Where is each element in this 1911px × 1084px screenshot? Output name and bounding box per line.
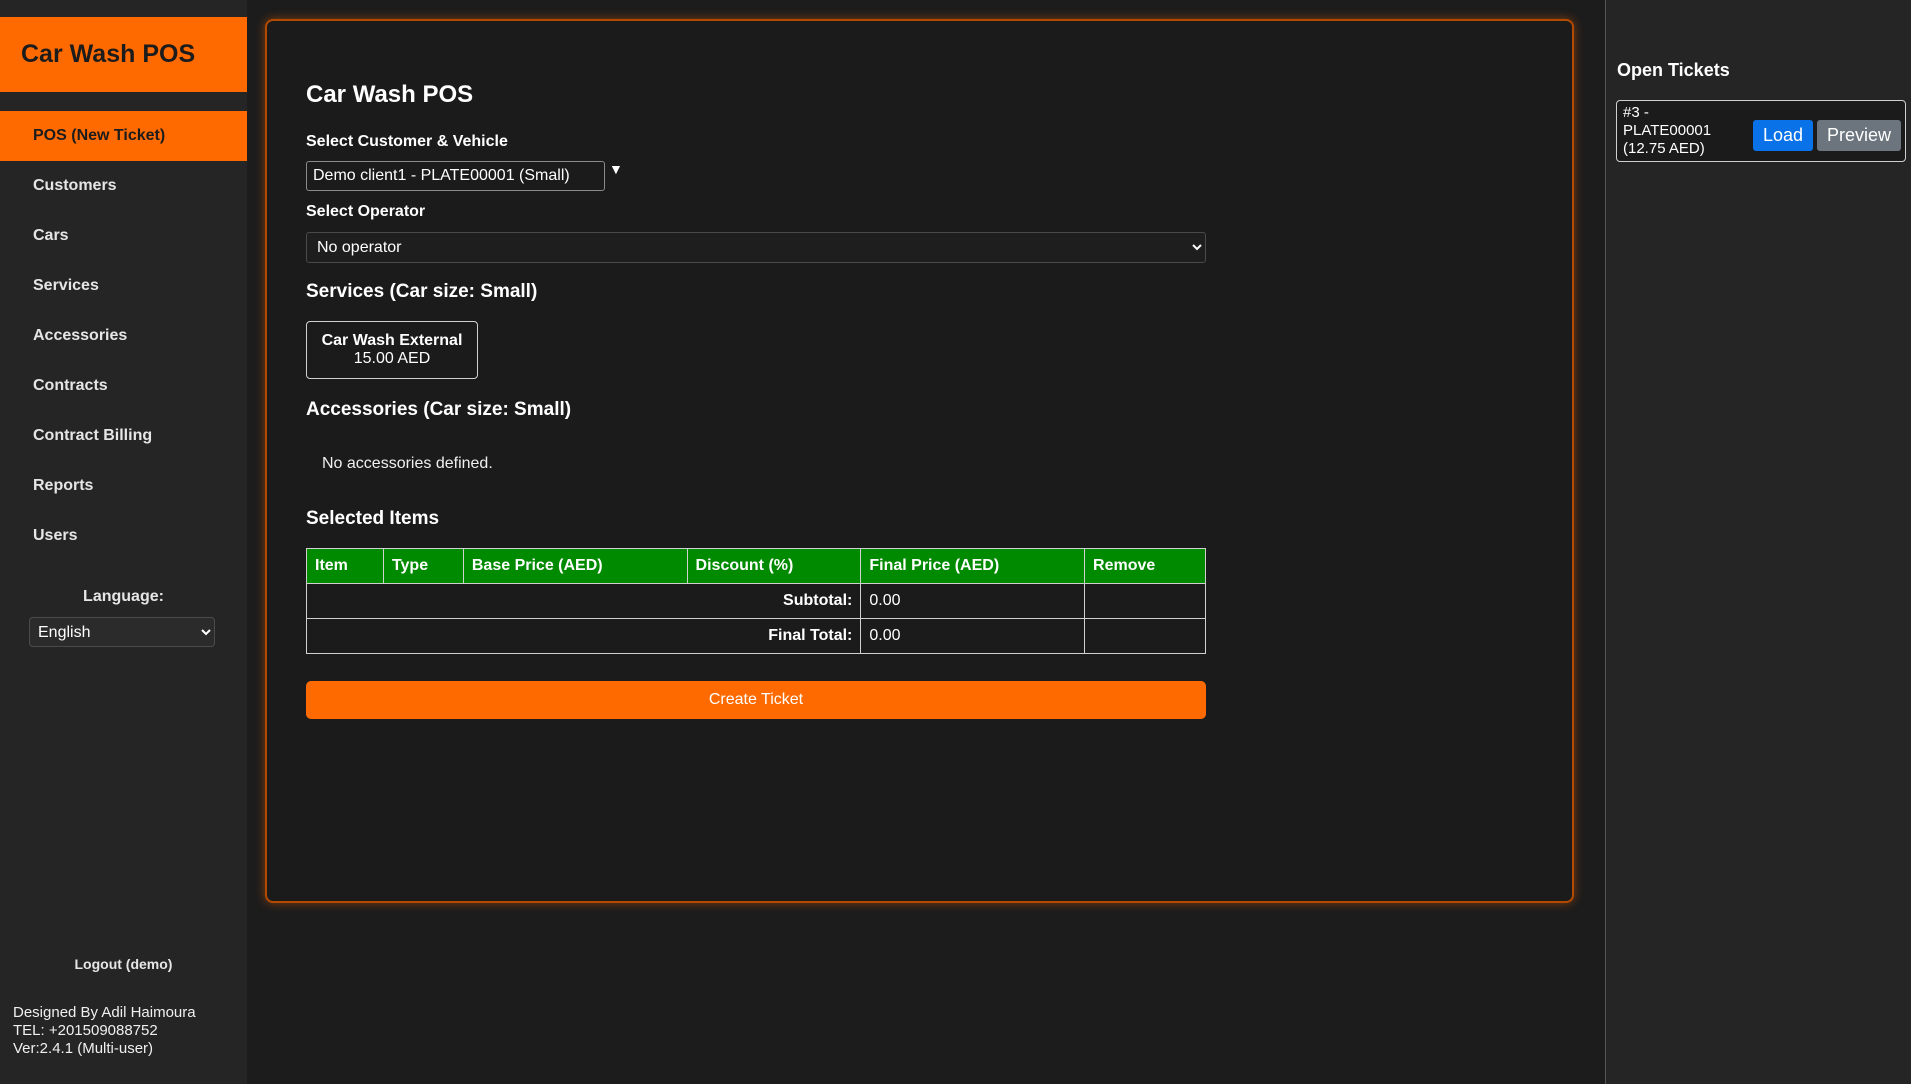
selected-items-title: Selected Items (306, 508, 440, 529)
sidebar-item-customers[interactable]: Customers (0, 161, 247, 211)
open-tickets-title: Open Tickets (1617, 60, 1730, 80)
column-header-type: Type (382, 548, 464, 584)
credits-phone: TEL: +201509088752 (13, 1022, 158, 1039)
open-ticket-card: #3 - PLATE00001 (12.75 AED) Load Preview (1616, 100, 1906, 162)
accessories-empty-message: No accessories defined. (322, 455, 493, 472)
create-ticket-button[interactable]: Create Ticket (306, 681, 1206, 719)
credits: Designed By Adil Haimoura TEL: +20150908… (13, 1004, 196, 1058)
customer-label: Select Customer & Vehicle (306, 133, 508, 150)
column-header-item: Item (306, 548, 384, 584)
column-header-discount: Discount (%) (686, 548, 862, 584)
column-header-base-price: Base Price (AED) (462, 548, 688, 584)
customer-vehicle-value: Demo client1 - PLATE00001 (Small) (313, 167, 570, 184)
sidebar: Car Wash POS POS (New Ticket) Customers … (0, 0, 247, 1084)
subtotal-label: Subtotal: (305, 583, 862, 619)
ticket-info: #3 - PLATE00001 (12.75 AED) (1623, 104, 1741, 158)
load-ticket-button[interactable]: Load (1753, 120, 1813, 151)
ticket-plate: PLATE00001 (1623, 122, 1712, 139)
final-total-empty-cell (1084, 618, 1206, 654)
column-header-remove: Remove (1084, 548, 1206, 584)
sidebar-item-users[interactable]: Users (0, 511, 247, 561)
sidebar-item-reports[interactable]: Reports (0, 461, 247, 511)
sidebar-item-cars[interactable]: Cars (0, 211, 247, 261)
final-total-row: Final Total: 0.00 (305, 618, 1206, 654)
selected-items-table: Item Type Base Price (AED) Discount (%) … (305, 548, 1206, 654)
dropdown-triangle-icon[interactable]: ▼ (609, 161, 623, 177)
preview-ticket-button[interactable]: Preview (1817, 120, 1901, 151)
sidebar-item-contracts[interactable]: Contracts (0, 361, 247, 411)
service-price: 15.00 AED (353, 350, 431, 367)
service-card-car-wash-external[interactable]: Car Wash External 15.00 AED (306, 321, 478, 379)
subtotal-empty-cell (1084, 583, 1206, 619)
sidebar-nav: POS (New Ticket) Customers Cars Services… (0, 111, 247, 561)
subtotal-value: 0.00 (860, 583, 1086, 619)
final-total-label: Final Total: (305, 618, 862, 654)
logout-link[interactable]: Logout (demo) (0, 956, 247, 972)
final-total-value: 0.00 (860, 618, 1086, 654)
pos-panel: Car Wash POS Select Customer & Vehicle D… (265, 19, 1574, 903)
operator-select[interactable]: No operator (306, 232, 1206, 263)
ticket-amount: (12.75 AED) (1623, 140, 1705, 157)
app-brand: Car Wash POS (0, 17, 247, 92)
ticket-number: #3 - (1623, 104, 1649, 121)
credits-designer: Designed By Adil Haimoura (13, 1004, 196, 1021)
language-select[interactable]: English (29, 617, 215, 647)
customer-vehicle-select[interactable]: Demo client1 - PLATE00001 (Small) (306, 161, 605, 191)
operator-label: Select Operator (306, 203, 426, 220)
sidebar-item-accessories[interactable]: Accessories (0, 311, 247, 361)
page-title: Car Wash POS (306, 81, 474, 108)
table-header-row: Item Type Base Price (AED) Discount (%) … (306, 548, 1206, 584)
sidebar-item-services[interactable]: Services (0, 261, 247, 311)
language-label: Language: (83, 588, 164, 605)
services-title: Services (Car size: Small) (306, 281, 538, 302)
subtotal-row: Subtotal: 0.00 (305, 583, 1206, 619)
open-tickets-panel: Open Tickets #3 - PLATE00001 (12.75 AED)… (1605, 0, 1911, 1084)
accessories-title: Accessories (Car size: Small) (306, 399, 572, 420)
credits-version: Ver:2.4.1 (Multi-user) (13, 1040, 154, 1057)
service-name: Car Wash External (321, 332, 463, 349)
sidebar-item-contract-billing[interactable]: Contract Billing (0, 411, 247, 461)
sidebar-item-pos[interactable]: POS (New Ticket) (0, 111, 247, 161)
column-header-final-price: Final Price (AED) (860, 548, 1086, 584)
